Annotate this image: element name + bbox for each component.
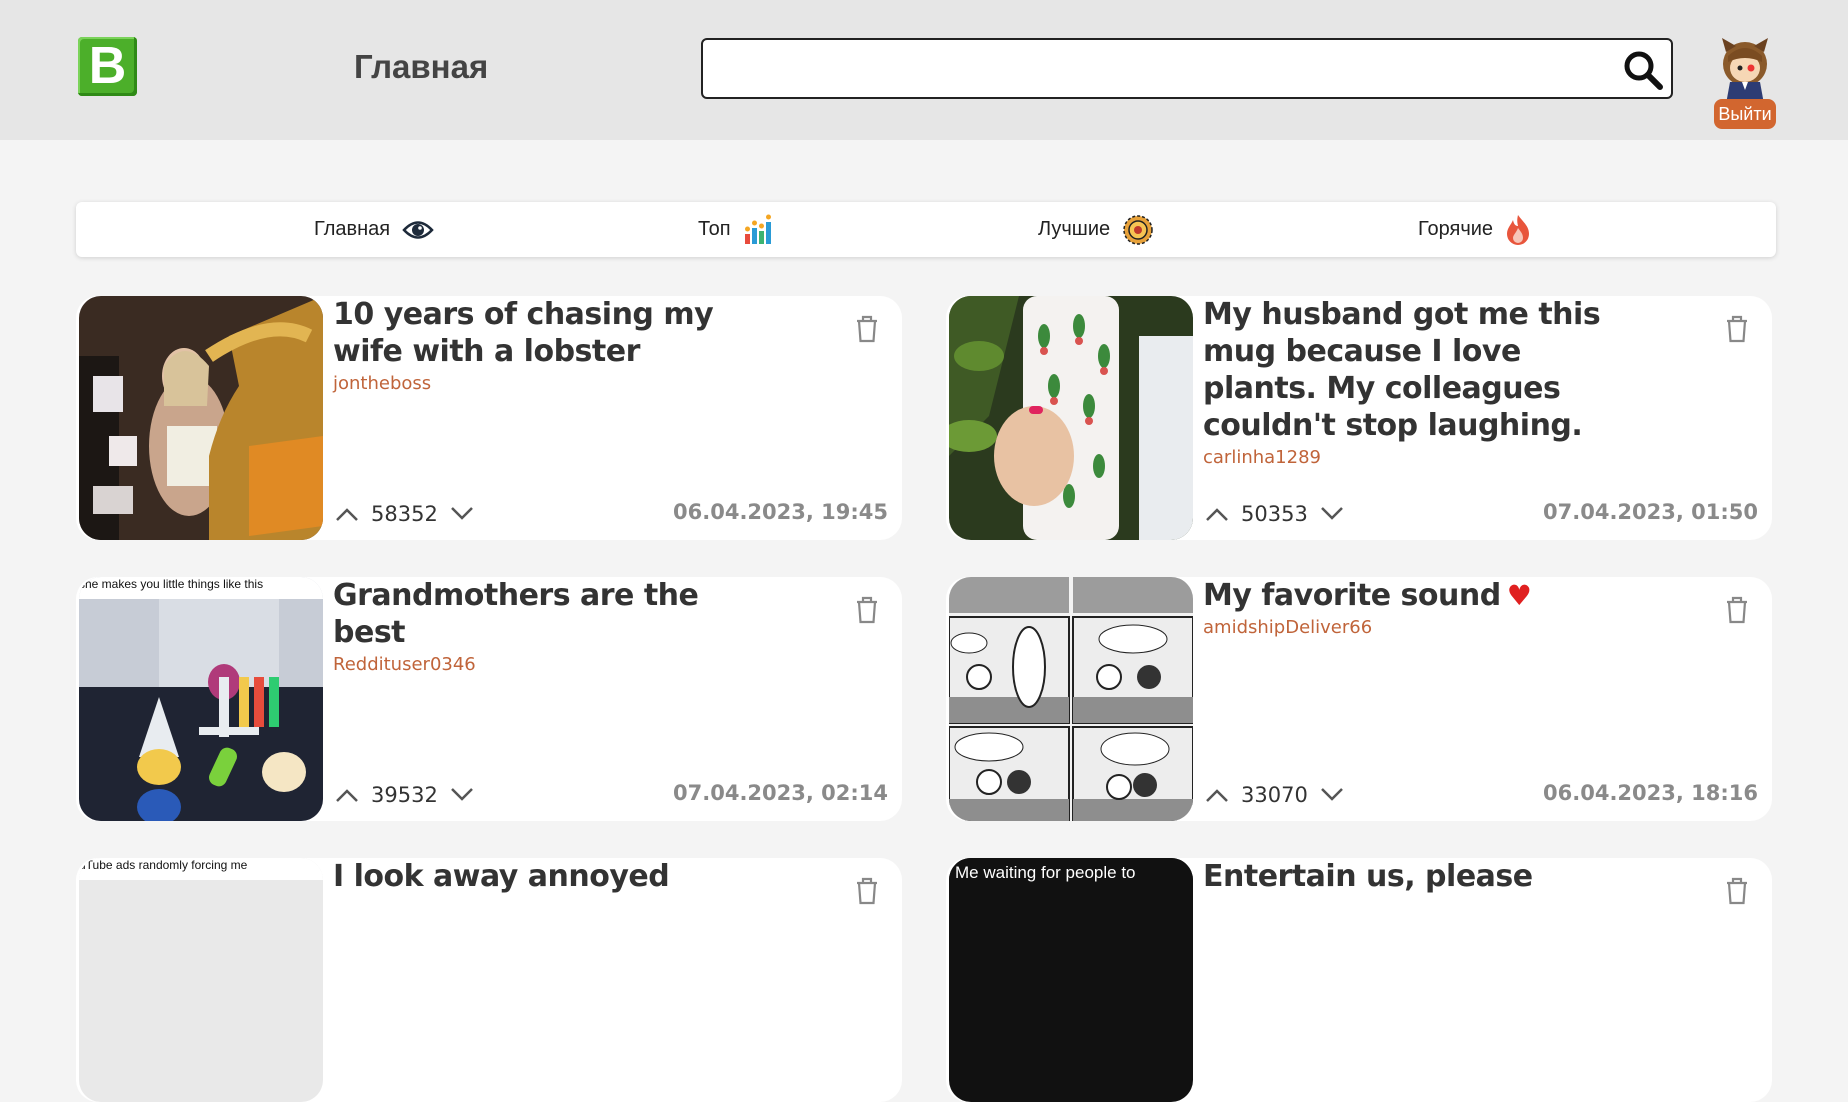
trash-icon[interactable] [854, 314, 880, 344]
post-card[interactable]: she makes you little things like this Gr… [76, 577, 902, 821]
post-title[interactable]: I look away annoyed [333, 858, 733, 895]
upvote-icon[interactable] [1203, 504, 1231, 524]
post-image[interactable]: uTube ads randomly forcing me [79, 858, 323, 1102]
page-title: Главная [354, 48, 489, 85]
post-title[interactable]: 10 years of chasing my wife with a lobst… [333, 296, 733, 396]
image-caption: she makes you little things like this [79, 577, 323, 599]
post-author[interactable]: Reddituser0346 [333, 653, 733, 677]
post-title-text: Entertain us, please [1203, 859, 1533, 894]
post-image[interactable]: Me waiting for people to [949, 858, 1193, 1102]
post-card[interactable]: uTube ads randomly forcing me I look awa… [76, 858, 902, 1102]
tab-label: Главная [314, 218, 391, 240]
tab-top[interactable]: Топ [698, 202, 775, 257]
post-image[interactable] [949, 296, 1193, 540]
tab-best[interactable]: Лучшие [1038, 202, 1154, 257]
trash-icon[interactable] [854, 595, 880, 625]
post-image[interactable]: she makes you little things like this [79, 577, 323, 821]
heart-icon: ♥ [1506, 579, 1532, 612]
post-date: 07.04.2023, 02:14 [673, 781, 888, 805]
post-title-text: My husband got me this mug because I lov… [1203, 297, 1601, 443]
vote-controls: 39532 [333, 783, 476, 807]
tab-label: Топ [698, 218, 731, 240]
search-input[interactable] [713, 46, 1597, 93]
vote-count: 58352 [371, 502, 438, 526]
trash-icon[interactable] [1724, 595, 1750, 625]
downvote-icon[interactable] [448, 504, 476, 524]
vote-count: 50353 [1241, 502, 1308, 526]
post-date: 06.04.2023, 19:45 [673, 500, 888, 524]
image-caption: uTube ads randomly forcing me [79, 858, 323, 880]
tab-home[interactable]: Главная [314, 202, 434, 257]
tab-label: Горячие [1418, 218, 1494, 240]
image-caption: Me waiting for people to [949, 858, 1193, 888]
vote-controls: 33070 [1203, 783, 1346, 807]
search-icon[interactable] [1621, 48, 1665, 92]
post-image[interactable] [79, 296, 323, 540]
bar-chart-icon [743, 214, 775, 246]
eye-icon [402, 219, 434, 241]
post-card[interactable]: Me waiting for people to Entertain us, p… [946, 858, 1772, 1102]
post-title-text: Grandmothers are the best [333, 578, 699, 650]
post-card[interactable]: 10 years of chasing my wife with a lobst… [76, 296, 902, 540]
vote-controls: 58352 [333, 502, 476, 526]
fire-icon [1505, 214, 1531, 246]
post-image[interactable] [949, 577, 1193, 821]
logout-button[interactable]: Выйти [1714, 99, 1776, 129]
downvote-icon[interactable] [1318, 785, 1346, 805]
category-tabs: Главная Топ Лучшие Горячие [76, 202, 1776, 257]
post-title[interactable]: My favorite sound ♥ amidshipDeliver66 [1203, 577, 1603, 640]
post-author[interactable]: amidshipDeliver66 [1203, 616, 1603, 640]
search-box[interactable] [701, 38, 1673, 99]
vote-count: 39532 [371, 783, 438, 807]
trash-icon[interactable] [1724, 876, 1750, 906]
post-author[interactable]: jontheboss [333, 372, 733, 396]
post-title[interactable]: Grandmothers are the best Reddituser0346 [333, 577, 733, 677]
user-avatar[interactable] [1718, 34, 1772, 104]
post-card[interactable]: My favorite sound ♥ amidshipDeliver66 330… [946, 577, 1772, 821]
upvote-icon[interactable] [333, 504, 361, 524]
post-title-text: My favorite sound [1203, 578, 1501, 613]
post-title-text: I look away annoyed [333, 859, 670, 894]
tab-hot[interactable]: Горячие [1418, 202, 1531, 257]
app-logo[interactable]: B [78, 37, 137, 96]
trash-icon[interactable] [1724, 314, 1750, 344]
vote-controls: 50353 [1203, 502, 1346, 526]
post-title[interactable]: My husband got me this mug because I lov… [1203, 296, 1603, 470]
upvote-icon[interactable] [333, 785, 361, 805]
post-author[interactable]: carlinha1289 [1203, 446, 1603, 470]
post-date: 07.04.2023, 01:50 [1543, 500, 1758, 524]
trash-icon[interactable] [854, 876, 880, 906]
post-date: 06.04.2023, 18:16 [1543, 781, 1758, 805]
downvote-icon[interactable] [1318, 504, 1346, 524]
badge-icon [1122, 214, 1154, 246]
upvote-icon[interactable] [1203, 785, 1231, 805]
post-title[interactable]: Entertain us, please [1203, 858, 1603, 895]
post-title-text: 10 years of chasing my wife with a lobst… [333, 297, 714, 369]
downvote-icon[interactable] [448, 785, 476, 805]
tab-label: Лучшие [1038, 218, 1111, 240]
post-card[interactable]: My husband got me this mug because I lov… [946, 296, 1772, 540]
header: B Главная Выйти [0, 0, 1848, 140]
vote-count: 33070 [1241, 783, 1308, 807]
